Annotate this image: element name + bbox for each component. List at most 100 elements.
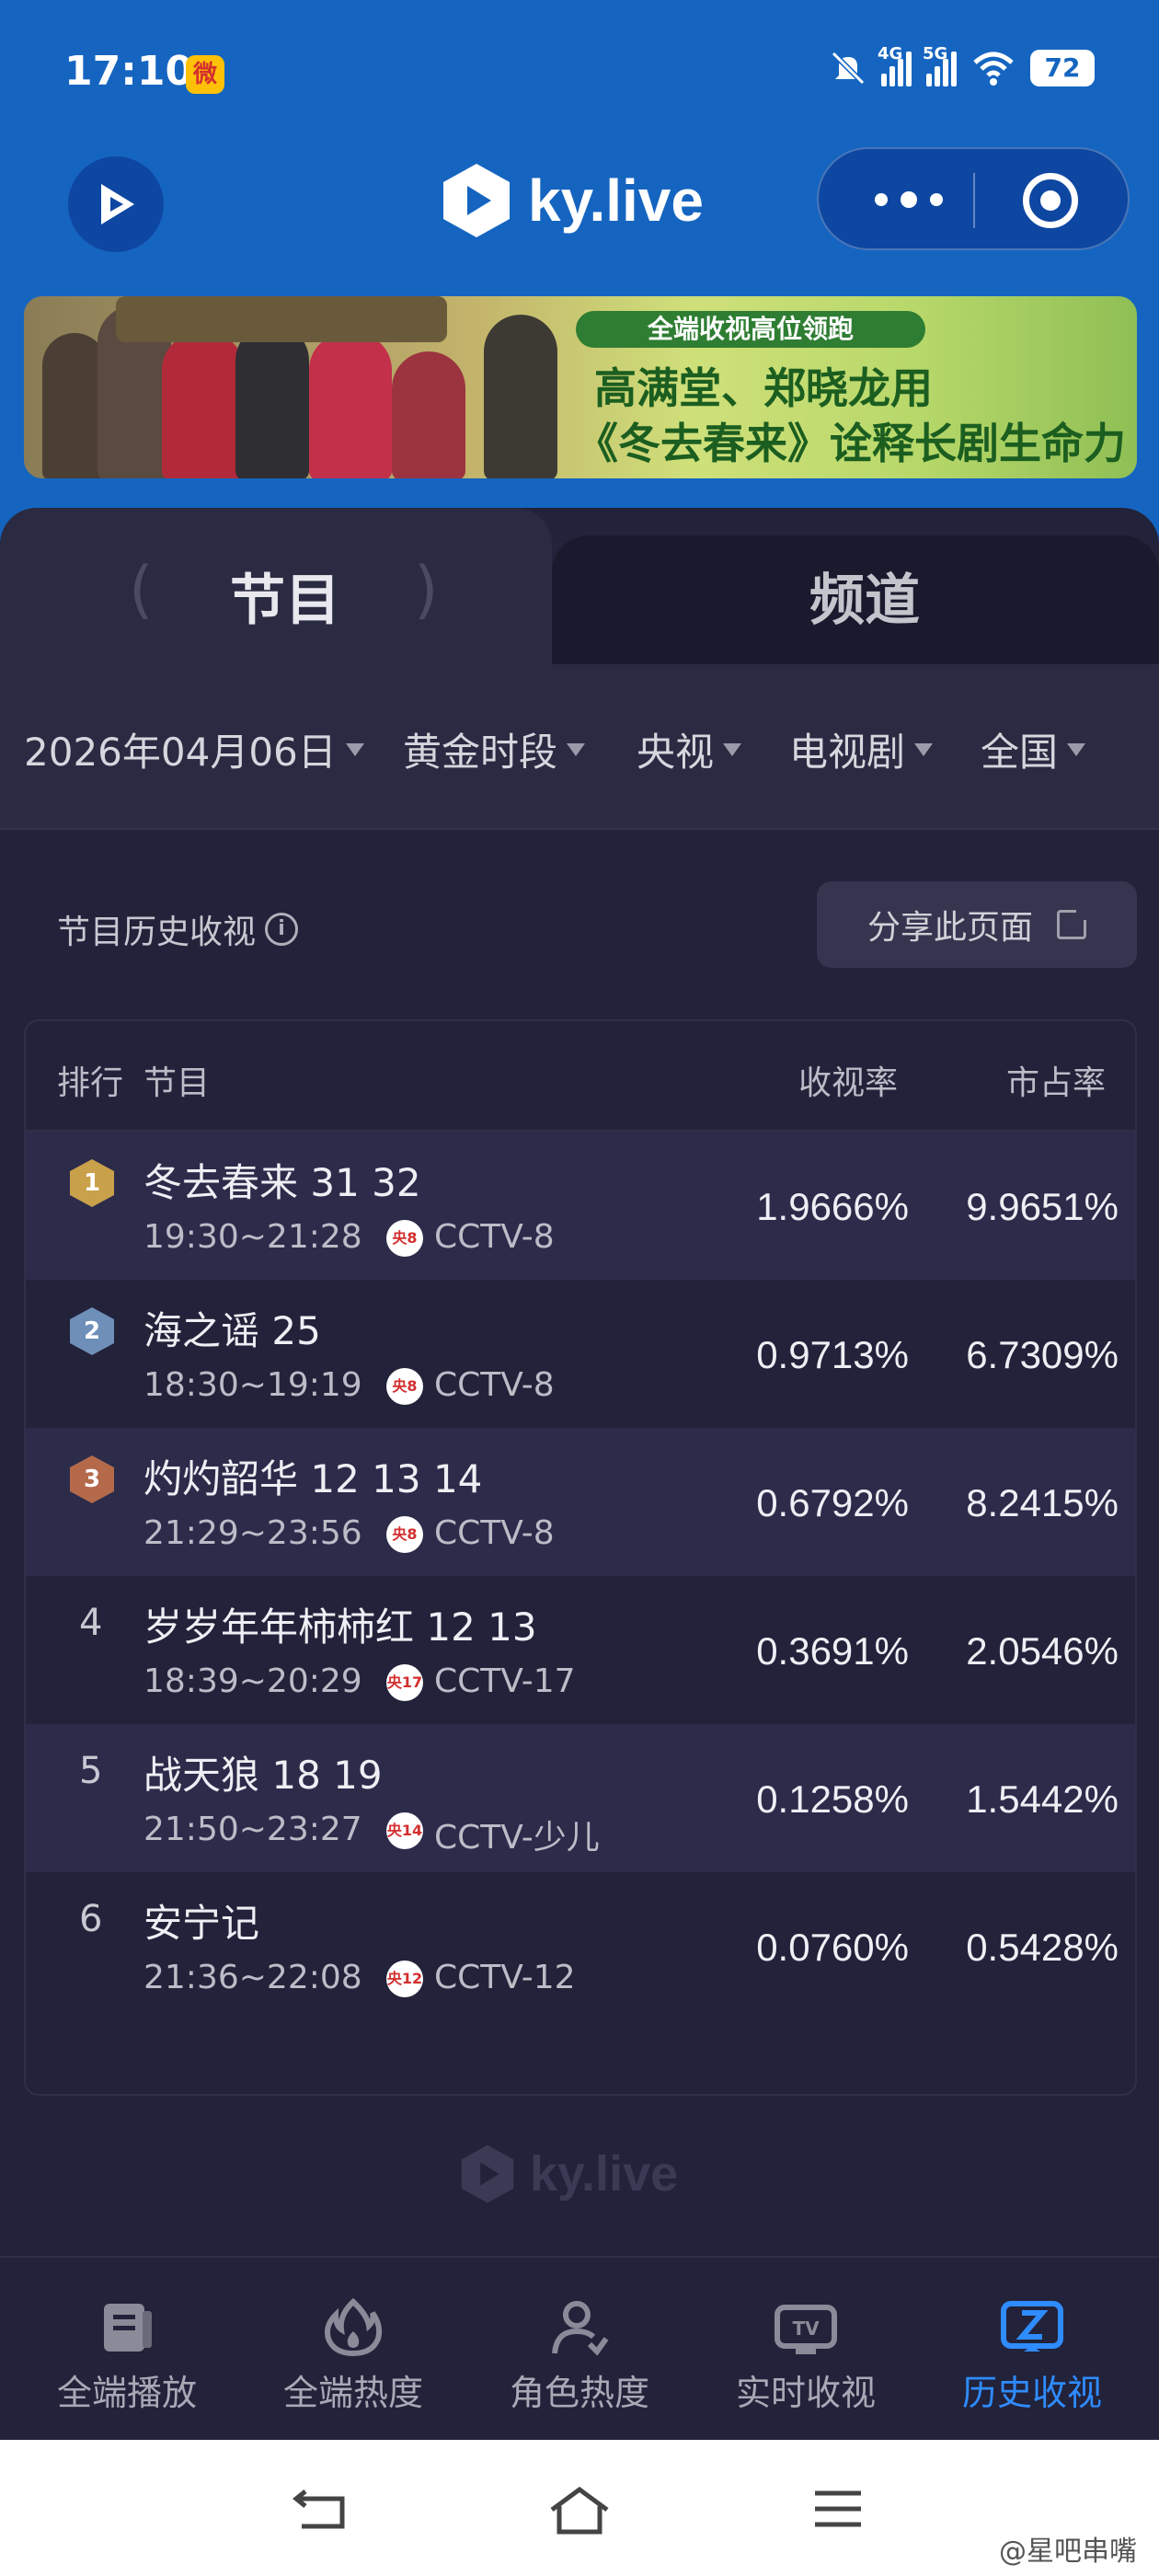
share-value: 1.5442% <box>966 1777 1119 1821</box>
wifi-icon <box>973 52 1014 86</box>
share-value: 2.0546% <box>966 1629 1119 1673</box>
signal-5g-icon: 5G <box>923 44 957 86</box>
channel-logo-icon: 央14 <box>386 1812 423 1849</box>
status-time: 17:10 <box>64 48 194 95</box>
filter-timeslot-label: 黄金时段 <box>403 730 558 775</box>
caret-down-icon <box>567 742 586 756</box>
banner-tagline: 全端收视高位领跑 <box>576 311 925 348</box>
channel-logo-icon: 央17 <box>386 1664 423 1701</box>
nav-history[interactable]: 历史收视 <box>940 2298 1124 2415</box>
rank-value: 1 <box>83 1169 101 1197</box>
back-icon[interactable] <box>293 2486 351 2532</box>
tv-icon: TV <box>775 2305 837 2354</box>
rank-medal-icon: 2 <box>68 1305 116 1357</box>
share-value: 6.7309% <box>966 1333 1119 1376</box>
more-icon[interactable] <box>863 177 955 223</box>
rank-value: 3 <box>83 1466 101 1493</box>
nav-role-heat[interactable]: 角色热度 <box>488 2298 671 2415</box>
watermark-logo: ky.live <box>460 2144 678 2204</box>
person-icon <box>552 2301 609 2356</box>
share-value: 0.5428% <box>966 1926 1119 1969</box>
rating-value: 0.3691% <box>756 1629 909 1673</box>
section-title: 节目历史收视 i <box>57 905 299 953</box>
rank-value: 2 <box>83 1317 101 1345</box>
filter-bar: 2026年04月06日 黄金时段 央视 电视剧 全国 <box>0 664 1159 830</box>
nav-all-playback[interactable]: 全端播放 <box>35 2298 219 2415</box>
watermark-text: ky.live <box>530 2146 679 2202</box>
program-title: 战天狼 18 19 <box>143 1753 383 1798</box>
program-time: 21:36~22:08 <box>143 1959 362 1996</box>
ky-watermark-icon <box>461 2145 514 2203</box>
program-time: 19:30~21:28 <box>143 1218 362 1256</box>
filter-date[interactable]: 2026年04月06日 <box>24 721 364 777</box>
share-value: 9.9651% <box>966 1185 1119 1228</box>
table-row[interactable]: 6 安宁记 21:36~22:08 央12 CCTV-12 0.0760% 0.… <box>26 1872 1135 2020</box>
filter-genre[interactable]: 电视剧 <box>789 721 934 777</box>
channel-logo-icon: 央8 <box>386 1516 423 1553</box>
table-row[interactable]: 5 战天狼 18 19 21:50~23:27 央14 CCTV-少儿 0.12… <box>26 1724 1135 1872</box>
channel-name: CCTV-12 <box>434 1959 576 1996</box>
rank-value: 4 <box>79 1602 103 1644</box>
channel-name: CCTV-少儿 <box>434 1819 600 1857</box>
filter-region-label: 全国 <box>981 730 1059 775</box>
nav-label: 角色热度 <box>509 2373 649 2413</box>
th-rating: 收视率 <box>798 1064 899 1102</box>
system-nav-bar: @星吧串嘴 <box>0 2440 1159 2576</box>
th-program: 节目 <box>143 1064 211 1102</box>
svg-text:TV: TV <box>792 2317 820 2340</box>
laurel-left-icon: ( <box>129 554 154 627</box>
nav-realtime[interactable]: TV 实时收视 <box>714 2298 898 2415</box>
th-rank: 排行 <box>57 1064 124 1102</box>
capsule-divider <box>973 173 975 228</box>
program-title: 岁岁年年柿柿红 12 13 <box>143 1604 537 1650</box>
net-label-5g: 5G <box>923 44 948 63</box>
channel-name: CCTV-17 <box>434 1662 576 1700</box>
table-header: 排行 节目 收视率 市占率 <box>26 1021 1135 1132</box>
table-row[interactable]: 2 海之谣 25 18:30~19:19 央8 CCTV-8 0.9713% 6… <box>26 1280 1135 1428</box>
program-time: 21:50~23:27 <box>143 1811 362 1848</box>
filter-region[interactable]: 全国 <box>981 721 1086 777</box>
mute-bell-icon <box>831 51 866 86</box>
brand: ky.live <box>442 162 704 239</box>
weibo-notification-icon: 微 <box>186 55 224 94</box>
book-icon <box>104 2304 152 2352</box>
nav-all-heat[interactable]: 全端热度 <box>261 2298 445 2415</box>
bottom-nav: 全端播放 全端热度 角色热度 TV 实时收视 历史收视 <box>0 2256 1159 2440</box>
tab-bar: ( ) 节目 频道 <box>0 508 1159 664</box>
watermark-handle: @星吧串嘴 <box>999 2536 1137 2568</box>
share-page-button[interactable]: 分享此页面 <box>817 881 1137 968</box>
program-title: 冬去春来 31 32 <box>143 1160 421 1205</box>
tab-program-label: 节目 <box>230 569 340 633</box>
table-row[interactable]: 1 冬去春来 31 32 19:30~21:28 央8 CCTV-8 1.966… <box>26 1132 1135 1280</box>
menu-icon[interactable] <box>811 2486 865 2532</box>
promo-banner[interactable]: 全端收视高位领跑 高满堂、郑晓龙用 《冬去春来》诠释长剧生命力 <box>24 296 1137 478</box>
channel-name: CCTV-8 <box>434 1366 555 1404</box>
external-link-icon <box>1057 905 1091 939</box>
channel-logo-icon: 央8 <box>386 1220 423 1257</box>
program-title: 海之谣 25 <box>143 1308 321 1353</box>
home-icon[interactable] <box>548 2486 611 2536</box>
nav-label: 全端热度 <box>282 2373 423 2413</box>
table-row[interactable]: 4 岁岁年年柿柿红 12 13 18:39~20:29 央17 CCTV-17 … <box>26 1576 1135 1724</box>
rating-value: 1.9666% <box>756 1185 909 1228</box>
table-row[interactable]: 3 灼灼韶华 12 13 14 21:29~23:56 央8 CCTV-8 0.… <box>26 1428 1135 1576</box>
nav-label: 实时收视 <box>735 2373 876 2413</box>
app-logo-button[interactable] <box>68 156 164 252</box>
mini-program-capsule <box>817 147 1130 250</box>
th-share: 市占率 <box>1006 1064 1107 1102</box>
program-time: 18:30~19:19 <box>143 1366 362 1404</box>
channel-logo-icon: 央8 <box>386 1368 423 1405</box>
share-value: 8.2415% <box>966 1481 1119 1524</box>
brand-name: ky.live <box>528 167 704 234</box>
caret-down-icon <box>1067 742 1086 756</box>
nav-label: 全端播放 <box>56 2373 197 2413</box>
filter-network[interactable]: 央视 <box>637 721 742 777</box>
nav-label: 历史收视 <box>961 2373 1102 2413</box>
filter-timeslot[interactable]: 黄金时段 <box>403 721 586 777</box>
caret-down-icon <box>914 742 934 756</box>
program-title: 安宁记 <box>143 1901 260 1946</box>
info-icon[interactable]: i <box>265 913 299 946</box>
section-title-text: 节目历史收视 <box>57 914 257 951</box>
close-target-icon[interactable] <box>1023 173 1078 228</box>
rating-value: 0.6792% <box>756 1481 909 1524</box>
